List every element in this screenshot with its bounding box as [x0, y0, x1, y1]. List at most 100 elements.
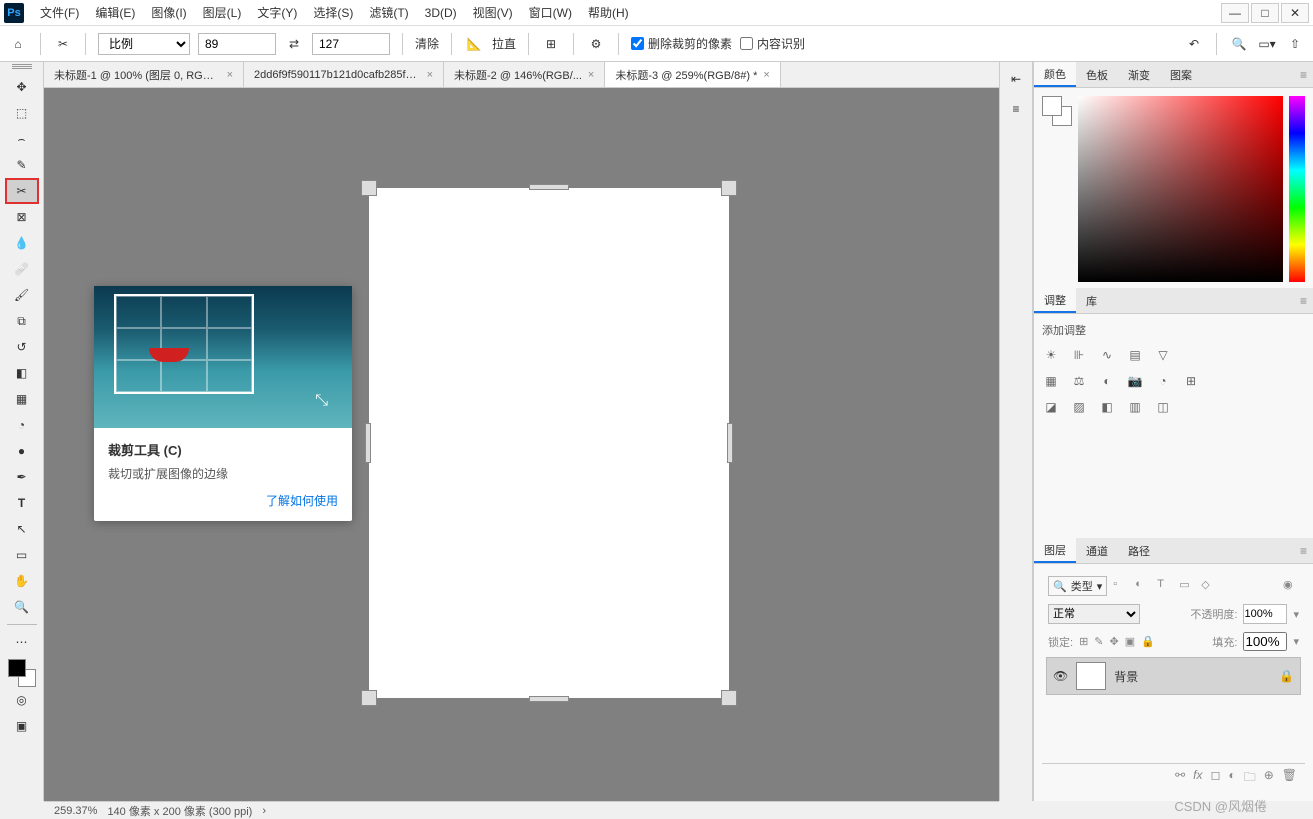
bw-icon[interactable]: ◐	[1098, 372, 1116, 390]
type-tool[interactable]: T	[5, 490, 39, 516]
tab-paths[interactable]: 路径	[1118, 538, 1160, 563]
straighten-icon[interactable]: 📐	[464, 34, 484, 54]
tab-gradient[interactable]: 渐变	[1118, 62, 1160, 87]
zoom-tool[interactable]: 🔍	[5, 594, 39, 620]
visibility-icon[interactable]: 👁	[1053, 669, 1068, 683]
hue-icon[interactable]: ▦	[1042, 372, 1060, 390]
layer-filter-type[interactable]: 🔍 类型 ▾	[1048, 576, 1107, 596]
new-layer-icon[interactable]: ⊕	[1264, 768, 1274, 789]
new-group-icon[interactable]: 🗀	[1244, 768, 1256, 789]
brightness-icon[interactable]: ☀	[1042, 346, 1060, 364]
content-aware-checkbox[interactable]: 内容识别	[740, 35, 805, 52]
crop-handle-t[interactable]	[529, 184, 569, 190]
gradient-tool[interactable]: ▦	[5, 386, 39, 412]
filter-smart-icon[interactable]: ◇	[1201, 578, 1217, 594]
lock-artboard-icon[interactable]: ✥	[1110, 635, 1119, 648]
settings-icon[interactable]: ⚙	[586, 34, 606, 54]
blend-mode-select[interactable]: 正常	[1048, 604, 1140, 624]
close-icon[interactable]: ×	[227, 69, 233, 81]
close-icon[interactable]: ×	[763, 69, 769, 81]
tab-layers[interactable]: 图层	[1034, 538, 1076, 563]
brush-tool[interactable]: 🖌	[5, 282, 39, 308]
crop-tool-icon[interactable]: ✂	[53, 34, 73, 54]
layer-thumbnail[interactable]	[1076, 662, 1106, 690]
color-field[interactable]	[1078, 96, 1283, 282]
zoom-level[interactable]: 259.37%	[54, 805, 97, 817]
fill-input[interactable]	[1243, 632, 1287, 651]
tooltip-learn-link[interactable]: 了解如何使用	[108, 492, 338, 509]
dodge-tool[interactable]: ●	[5, 438, 39, 464]
tab-swatches[interactable]: 色板	[1076, 62, 1118, 87]
lock-all-icon[interactable]: 🔒	[1141, 635, 1155, 648]
crop-height-input[interactable]	[312, 33, 390, 55]
eraser-tool[interactable]: ◧	[5, 360, 39, 386]
reset-icon[interactable]: ↶	[1184, 34, 1204, 54]
lasso-tool[interactable]: ⌢	[5, 126, 39, 152]
clone-tool[interactable]: ⧉	[5, 308, 39, 334]
menu-3d[interactable]: 3D(D)	[417, 2, 465, 24]
share-icon[interactable]: ⇧	[1285, 34, 1305, 54]
menu-edit[interactable]: 编辑(E)	[87, 0, 143, 25]
doc-tab-0[interactable]: 未标题-1 @ 100% (图层 0, RGB/8...×	[44, 62, 244, 87]
threshold-icon[interactable]: ◧	[1098, 398, 1116, 416]
layer-row[interactable]: 👁 背景 🔒	[1046, 657, 1301, 695]
curves-icon[interactable]: ∿	[1098, 346, 1116, 364]
hand-tool[interactable]: ✋	[5, 568, 39, 594]
lock-pixels-icon[interactable]: ⊞	[1079, 635, 1088, 648]
eyedropper-tool[interactable]: 💧	[5, 230, 39, 256]
color-fgbg[interactable]	[1042, 96, 1072, 126]
crop-handle-tr[interactable]	[721, 180, 737, 196]
layer-name[interactable]: 背景	[1114, 668, 1138, 685]
delete-layer-icon[interactable]: 🗑	[1282, 768, 1297, 789]
menu-view[interactable]: 视图(V)	[465, 0, 521, 25]
menu-image[interactable]: 图像(I)	[143, 0, 194, 25]
menu-filter[interactable]: 滤镜(T)	[361, 0, 416, 25]
pen-tool[interactable]: ✒	[5, 464, 39, 490]
delete-cropped-checkbox[interactable]: 删除裁剪的像素	[631, 35, 732, 52]
healing-tool[interactable]: 🩹	[5, 256, 39, 282]
status-more-icon[interactable]: ›	[262, 805, 266, 817]
filter-adjust-icon[interactable]: ◐	[1135, 578, 1151, 594]
search-icon[interactable]: 🔍	[1229, 34, 1249, 54]
panel-menu-icon[interactable]: ≡	[1300, 294, 1307, 308]
hue-slider[interactable]	[1289, 96, 1305, 282]
color-balance-icon[interactable]: ⚖	[1070, 372, 1088, 390]
filter-pixel-icon[interactable]: ▫	[1113, 578, 1129, 594]
crop-tool[interactable]: ✂	[5, 178, 39, 204]
crop-handle-b[interactable]	[529, 696, 569, 702]
quick-mask[interactable]: ◎	[5, 687, 39, 713]
close-icon[interactable]: ×	[588, 69, 594, 81]
doc-tab-1[interactable]: 2dd6f9f590117b121d0cafb285f45916.png @ 6…	[244, 62, 444, 87]
panel-menu-icon[interactable]: ≡	[1300, 544, 1307, 558]
crop-width-input[interactable]	[198, 33, 276, 55]
lock-nest-icon[interactable]: ▣	[1125, 635, 1135, 648]
crop-handle-bl[interactable]	[361, 690, 377, 706]
move-tool[interactable]: ✥	[5, 74, 39, 100]
screen-mode[interactable]: ▣	[5, 713, 39, 739]
edit-toolbar[interactable]: ⋯	[5, 629, 39, 655]
link-layers-icon[interactable]: ⚯	[1175, 768, 1185, 789]
opacity-input[interactable]	[1243, 604, 1287, 624]
channel-mixer-icon[interactable]: ◔	[1154, 372, 1172, 390]
doc-tab-3[interactable]: 未标题-3 @ 259%(RGB/8#) *×	[605, 62, 780, 87]
close-icon[interactable]: ×	[427, 69, 433, 81]
swap-icon[interactable]: ⇄	[284, 34, 304, 54]
foreground-background-colors[interactable]	[8, 659, 36, 687]
history-panel-icon[interactable]: ≡	[1005, 98, 1027, 120]
quick-select-tool[interactable]: ✎	[5, 152, 39, 178]
vibrance-icon[interactable]: ▽	[1154, 346, 1172, 364]
ratio-select[interactable]: 比例	[98, 33, 190, 55]
maximize-button[interactable]: □	[1251, 3, 1279, 23]
expand-panels-icon[interactable]: ⇤	[1005, 68, 1027, 90]
marquee-tool[interactable]: ⬚	[5, 100, 39, 126]
minimize-button[interactable]: —	[1221, 3, 1249, 23]
exposure-icon[interactable]: ▤	[1126, 346, 1144, 364]
tab-color[interactable]: 颜色	[1034, 62, 1076, 87]
tab-libraries[interactable]: 库	[1076, 288, 1107, 313]
workspace-icon[interactable]: ▭▾	[1257, 34, 1277, 54]
history-brush-tool[interactable]: ↺	[5, 334, 39, 360]
tab-pattern[interactable]: 图案	[1160, 62, 1202, 87]
new-fill-icon[interactable]: ◐	[1228, 768, 1235, 789]
filter-shape-icon[interactable]: ▭	[1179, 578, 1195, 594]
home-icon[interactable]: ⌂	[8, 34, 28, 54]
